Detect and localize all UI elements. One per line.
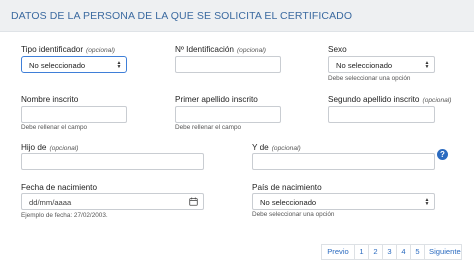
pais-nacimiento-select[interactable]: No seleccionado ▲ ▼: [252, 193, 435, 210]
select-arrows-icon: ▲ ▼: [424, 197, 430, 207]
n-identificacion-label: Nº Identificación (opcional): [175, 45, 266, 54]
pagination-page-2[interactable]: 2: [368, 244, 383, 260]
fecha-nacimiento-help: Ejemplo de fecha: 27/02/2003.: [21, 212, 108, 219]
section-title: DATOS DE LA PERSONA DE LA QUE SE SOLICIT…: [11, 10, 353, 22]
segundo-apellido-input[interactable]: [328, 106, 435, 123]
question-circle-icon[interactable]: ?: [437, 149, 448, 160]
optional-tag: (opcional): [86, 47, 116, 54]
n-identificacion-input[interactable]: [175, 56, 281, 73]
pagination: Previo 1 2 3 4 5 Siguiente: [321, 244, 462, 260]
calendar-icon[interactable]: [189, 197, 198, 206]
nombre-inscrito-label: Nombre inscrito: [21, 95, 79, 104]
pagination-next[interactable]: Siguiente: [424, 244, 462, 260]
pagination-page-5[interactable]: 5: [410, 244, 425, 260]
segundo-apellido-label: Segundo apellido inscrito (opcional): [328, 95, 452, 104]
primer-apellido-label: Primer apellido inscrito: [175, 95, 258, 104]
primer-apellido-help: Debe rellenar el campo: [175, 124, 242, 131]
pagination-prev[interactable]: Previo: [321, 244, 355, 260]
pagination-page-4[interactable]: 4: [396, 244, 411, 260]
pais-nacimiento-label: País de nacimiento: [252, 183, 322, 192]
pagination-page-1[interactable]: 1: [354, 244, 369, 260]
pagination-page-3[interactable]: 3: [382, 244, 397, 260]
optional-tag: (opcional): [422, 97, 452, 104]
pais-nacimiento-help: Debe seleccionar una opción: [252, 211, 335, 218]
sexo-select[interactable]: No seleccionado ▲ ▼: [328, 56, 435, 73]
sexo-label: Sexo: [328, 45, 347, 54]
nombre-inscrito-input[interactable]: [21, 106, 127, 123]
select-arrows-icon: ▲ ▼: [116, 60, 122, 70]
fecha-nacimiento-input[interactable]: dd/mm/aaaa: [21, 193, 204, 210]
fecha-nacimiento-label: Fecha de nacimiento: [21, 183, 98, 192]
select-arrows-icon: ▲ ▼: [424, 60, 430, 70]
hijo-de-input[interactable]: [21, 153, 204, 170]
section-header: DATOS DE LA PERSONA DE LA QUE SE SOLICIT…: [0, 0, 474, 32]
nombre-inscrito-help: Debe rellenar el campo: [21, 124, 88, 131]
y-de-input[interactable]: [252, 153, 435, 170]
optional-tag: (opcional): [236, 47, 266, 54]
tipo-identificador-label: Tipo identificador (opcional): [21, 45, 116, 54]
primer-apellido-input[interactable]: [175, 106, 281, 123]
optional-tag: (opcional): [49, 145, 79, 152]
optional-tag: (opcional): [271, 145, 301, 152]
tipo-identificador-select[interactable]: No seleccionado ▲ ▼: [21, 56, 127, 73]
sexo-help: Debe seleccionar una opción: [328, 75, 411, 82]
